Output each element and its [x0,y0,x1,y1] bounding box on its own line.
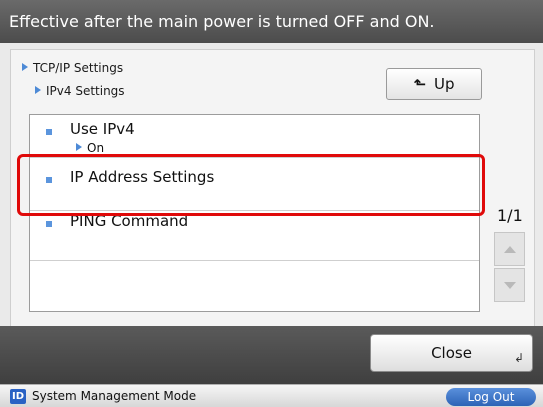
enter-arrow-icon: ↲ [513,351,524,365]
list-item-label: PING Command [70,212,189,230]
breadcrumb-level1: TCP/IP Settings [22,61,123,75]
breadcrumb-level1-label: TCP/IP Settings [33,61,124,75]
list-item-ping-command[interactable]: PING Command [30,211,479,261]
screen: Effective after the main power is turned… [0,0,543,407]
status-bar: ID System Management Mode Log Out [0,384,543,407]
breadcrumb-level2-label: IPv4 Settings [46,84,125,98]
list-item-use-ipv4[interactable]: Use IPv4 On [30,115,479,158]
triangle-up-icon [503,245,516,253]
triangle-down-icon [503,281,516,289]
page-indicator: 1/1 [497,206,523,225]
triangle-bullet-icon [76,143,82,151]
up-button-label: Up [434,75,455,93]
notice-text: Effective after the main power is turned… [9,12,435,31]
mode-label: System Management Mode [32,389,197,403]
log-out-button[interactable]: Log Out [446,388,536,406]
log-out-label: Log Out [467,390,515,404]
breadcrumb-level2: IPv4 Settings [35,84,125,98]
up-arrow-icon: ⬑ [413,75,427,93]
settings-panel: TCP/IP Settings IPv4 Settings ⬑ Up Use I… [10,49,535,327]
list-item-value-text: On [87,141,105,155]
bullet-icon [46,221,52,227]
list-item-label: IP Address Settings [70,168,215,186]
scroll-down-button[interactable] [494,268,525,302]
list-item-ip-address-settings[interactable]: IP Address Settings [30,158,479,211]
close-button-label: Close [431,344,472,362]
scroll-up-button[interactable] [494,232,525,266]
settings-list: Use IPv4 On IP Address Settings PING Com… [29,114,480,312]
bullet-icon [46,129,52,135]
bullet-icon [46,177,52,183]
up-button[interactable]: ⬑ Up [386,68,482,100]
list-item-empty [30,261,479,311]
list-item-label: Use IPv4 [70,120,135,138]
triangle-bullet-icon [22,63,28,71]
notice-banner: Effective after the main power is turned… [0,0,543,43]
triangle-bullet-icon [35,86,41,94]
list-item-value: On [76,141,104,155]
id-badge-icon: ID [10,389,26,404]
close-button[interactable]: Close ↲ [370,334,533,372]
